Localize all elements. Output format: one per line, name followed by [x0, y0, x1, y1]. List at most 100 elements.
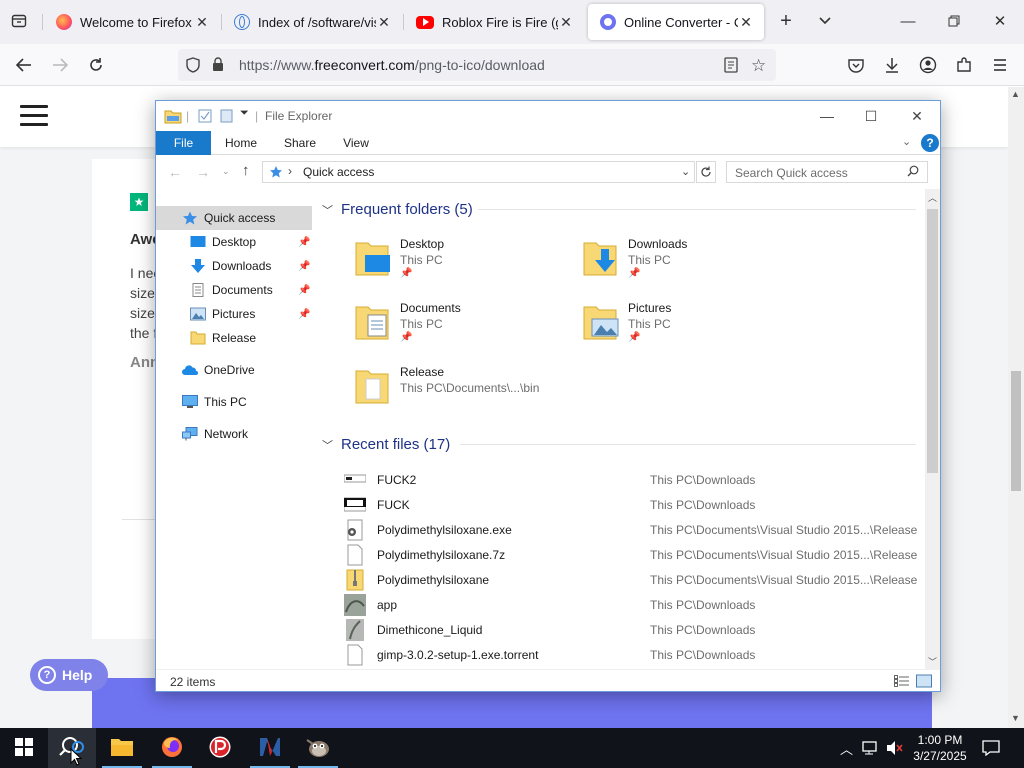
address-bar[interactable]: › Quick access ⌄ [262, 161, 695, 183]
search-icon[interactable] [907, 165, 919, 180]
collapse-chevron-icon[interactable]: ﹀ [322, 437, 333, 453]
explorer-titlebar[interactable]: | ⏷ | File Explorer — ☐ ✕ [156, 101, 940, 131]
maximize-button[interactable]: ☐ [848, 101, 894, 131]
pin-icon[interactable]: 📌 [298, 261, 310, 272]
scroll-down-icon[interactable]: ▼ [1011, 713, 1020, 723]
close-tab-icon[interactable]: ✕ [558, 14, 574, 31]
address-dropdown-icon[interactable]: ⌄ [681, 165, 690, 178]
tray-clock[interactable]: 1:00 PM 3/27/2025 [904, 732, 976, 764]
nav-item-pictures[interactable]: Pictures 📌 [156, 302, 312, 326]
show-hidden-icons-chevron-icon[interactable]: ︿ [840, 739, 853, 758]
breadcrumb-separator-icon[interactable]: › [288, 164, 292, 178]
reader-view-icon[interactable] [724, 57, 738, 76]
tab-index-software[interactable]: Index of /software/visu ✕ [222, 4, 402, 40]
scroll-up-icon[interactable]: ▲ [1011, 89, 1020, 99]
content-scrollbar[interactable]: ︿ ﹀ [925, 189, 940, 669]
up-arrow-icon[interactable]: ↑ [242, 162, 250, 179]
nav-item-release[interactable]: Release [156, 326, 312, 350]
hamburger-menu-icon[interactable] [20, 105, 48, 127]
scroll-thumb[interactable] [1011, 371, 1021, 491]
nav-item-quick-access[interactable]: Quick access [156, 206, 312, 230]
quick-access-toolbar-dropdown-icon[interactable]: ⏷ [240, 107, 249, 120]
extensions-icon[interactable] [950, 52, 978, 78]
forward-arrow-icon[interactable] [46, 52, 74, 78]
recent-locations-icon[interactable]: ⌄ [222, 166, 230, 177]
account-icon[interactable] [914, 52, 942, 78]
collapse-chevron-icon[interactable]: ﹀ [322, 202, 333, 218]
page-scrollbar[interactable]: ▲ ▼ [1008, 87, 1024, 728]
minimize-button[interactable]: — [804, 101, 850, 131]
frequent-folder-downloads[interactable]: Downloads This PC 📌 [582, 233, 802, 289]
scroll-thumb[interactable] [927, 209, 938, 473]
close-tab-icon[interactable]: ✕ [376, 14, 392, 31]
recent-file-row[interactable]: app This PC\Downloads [344, 592, 924, 617]
recent-file-row[interactable]: Polydimethylsiloxane.exe This PC\Documen… [344, 517, 924, 542]
app-menu-icon[interactable] [986, 52, 1014, 78]
nav-item-network[interactable]: Network [156, 422, 312, 446]
new-folder-icon[interactable] [220, 109, 234, 126]
help-icon[interactable]: ? [921, 134, 939, 152]
search-box[interactable] [726, 161, 928, 183]
close-tab-icon[interactable]: ✕ [194, 14, 210, 31]
nav-item-onedrive[interactable]: OneDrive [156, 358, 312, 382]
nav-item-this-pc[interactable]: This PC [156, 390, 312, 414]
shield-icon[interactable] [186, 57, 200, 76]
start-button[interactable] [0, 728, 48, 768]
minimize-window-button[interactable]: — [888, 6, 928, 36]
url-bar[interactable]: https://www.freeconvert.com/png-to-ico/d… [178, 49, 776, 81]
tab-home[interactable]: Home [220, 131, 262, 155]
recent-file-row[interactable]: Dimethicone_Liquid This PC\Downloads [344, 617, 924, 642]
back-arrow-icon[interactable]: ← [168, 164, 182, 180]
frequent-folder-pictures[interactable]: Pictures This PC 📌 [582, 297, 802, 353]
expand-ribbon-icon[interactable]: ⌄ [902, 135, 911, 148]
help-button[interactable]: ? Help [30, 659, 108, 691]
back-arrow-icon[interactable] [10, 52, 38, 78]
pin-icon[interactable]: 📌 [298, 237, 310, 248]
frequent-folder-release[interactable]: Release This PC\Documents\...\bin [354, 361, 574, 417]
firefox-view-icon[interactable] [5, 8, 33, 34]
close-button[interactable]: ✕ [894, 101, 940, 131]
taskbar-gimp[interactable] [294, 728, 342, 768]
tab-welcome-firefox[interactable]: Welcome to Firefox ✕ [44, 4, 220, 40]
recent-file-row[interactable]: gimp-3.0.2-setup-1.exe.torrent This PC\D… [344, 642, 924, 667]
lock-icon[interactable] [212, 57, 224, 75]
downloads-icon[interactable] [878, 52, 906, 78]
recent-files-header[interactable]: ﹀ Recent files (17) [322, 436, 450, 453]
refresh-icon[interactable] [696, 161, 716, 183]
tab-roblox-fire[interactable]: Roblox Fire is Fire (get ✕ [404, 4, 584, 40]
tab-file[interactable]: File [156, 131, 211, 155]
details-view-icon[interactable] [894, 675, 910, 690]
restore-window-button[interactable] [934, 6, 974, 36]
network-tray-icon[interactable] [862, 740, 880, 759]
frequent-folder-documents[interactable]: Documents This PC 📌 [354, 297, 574, 353]
close-window-button[interactable]: ✕ [980, 6, 1020, 36]
frequent-folders-header[interactable]: ﹀ Frequent folders (5) [322, 201, 473, 218]
close-tab-icon[interactable]: ✕ [738, 14, 754, 31]
recent-file-row[interactable]: FUCK This PC\Downloads [343, 492, 924, 517]
scroll-down-icon[interactable]: ﹀ [928, 655, 937, 668]
nav-item-downloads[interactable]: Downloads 📌 [156, 254, 312, 278]
tab-online-converter[interactable]: Online Converter - Cor ✕ [588, 4, 764, 40]
search-input[interactable] [735, 165, 905, 180]
pocket-icon[interactable] [842, 52, 870, 78]
scroll-up-icon[interactable]: ︿ [928, 191, 937, 204]
volume-muted-icon[interactable] [886, 740, 904, 759]
taskbar-firefox[interactable] [148, 728, 196, 768]
pin-icon[interactable]: 📌 [298, 309, 310, 320]
tab-share[interactable]: Share [278, 131, 322, 155]
taskbar-file-explorer[interactable] [98, 728, 146, 768]
properties-icon[interactable] [198, 109, 212, 126]
recent-file-row[interactable]: Polydimethylsiloxane.7z This PC\Document… [344, 542, 924, 567]
recent-file-row[interactable]: Polydimethylsiloxane This PC\Documents\V… [344, 567, 924, 592]
nav-item-desktop[interactable]: Desktop 📌 [156, 230, 312, 254]
url-text[interactable]: https://www.freeconvert.com/png-to-ico/d… [239, 57, 545, 73]
list-all-tabs-icon[interactable] [811, 8, 839, 34]
taskbar-visual-studio[interactable] [246, 728, 294, 768]
notification-center-icon[interactable] [982, 740, 1000, 759]
tab-view[interactable]: View [336, 131, 376, 155]
forward-arrow-icon[interactable]: → [196, 164, 210, 180]
large-icons-view-icon[interactable] [916, 674, 932, 691]
frequent-folder-desktop[interactable]: Desktop This PC 📌 [354, 233, 574, 289]
bookmark-star-icon[interactable]: ☆ [751, 56, 766, 76]
nav-item-documents[interactable]: Documents 📌 [156, 278, 312, 302]
